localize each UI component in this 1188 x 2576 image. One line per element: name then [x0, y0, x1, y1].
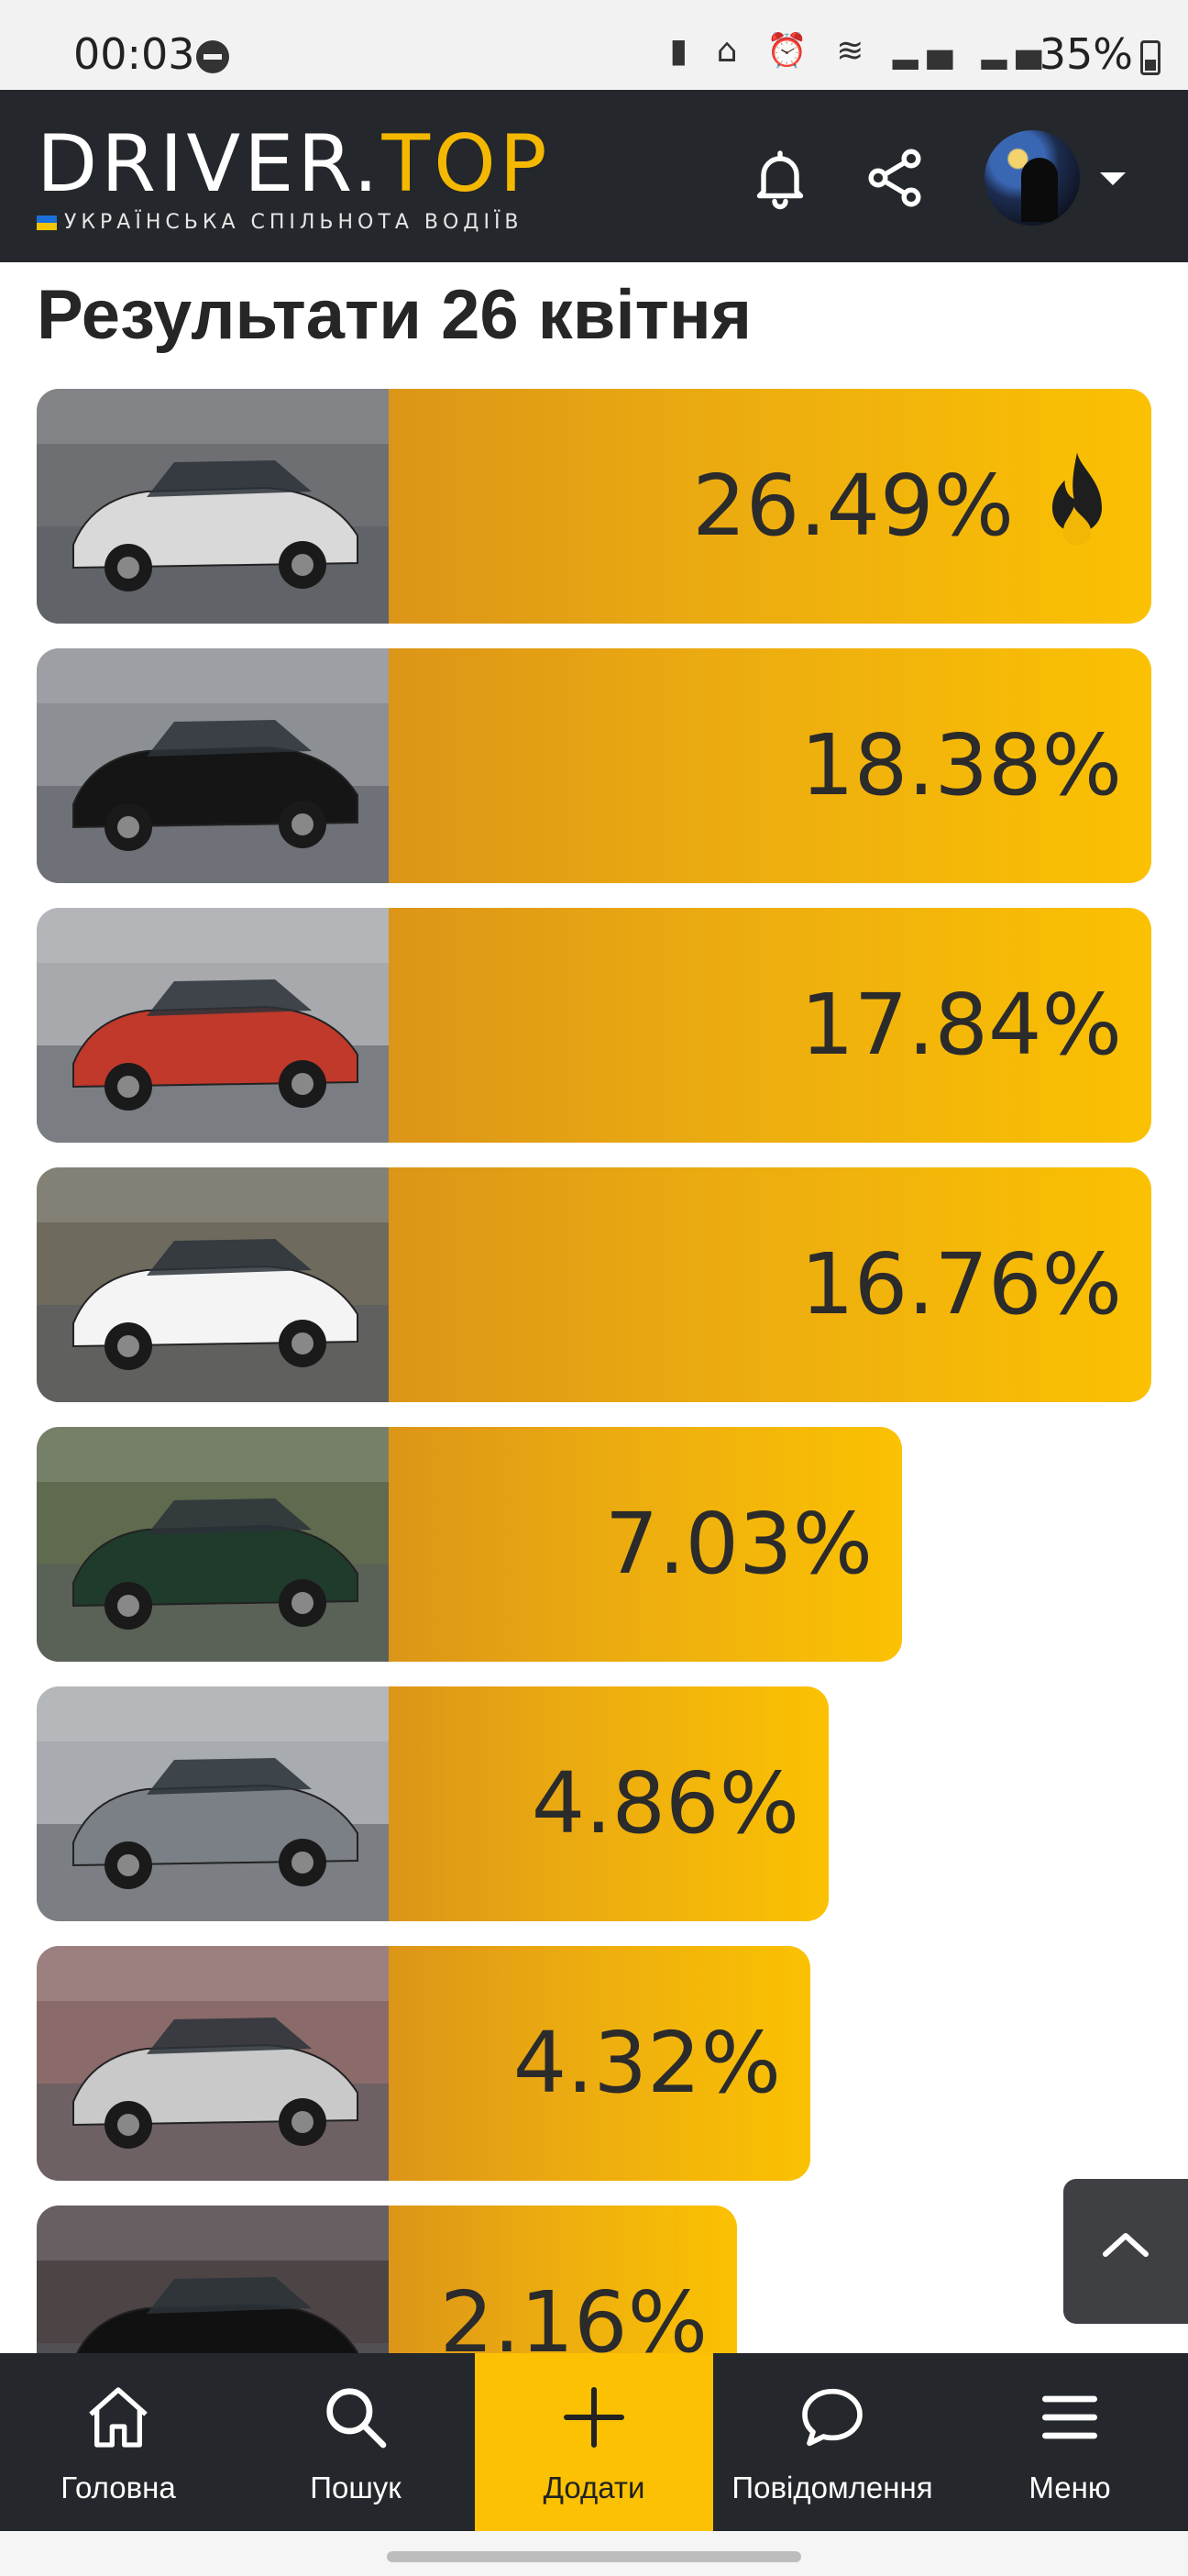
logo-text: DRIVER.TOP — [37, 118, 551, 210]
search-icon — [326, 2388, 387, 2449]
result-row[interactable]: 26.49% — [37, 389, 1151, 624]
result-bar: 7.03% — [389, 1427, 902, 1662]
nav-home-label: Головна — [60, 2471, 176, 2504]
result-percent: 7.03% — [604, 1495, 873, 1593]
page-title: Результати 26 квітня — [37, 276, 753, 354]
nav-home[interactable]: Головна — [0, 2353, 236, 2531]
nav-messages-label: Повідомлення — [732, 2471, 933, 2504]
do-not-disturb-icon — [196, 40, 229, 73]
nav-search-label: Пошук — [310, 2471, 402, 2504]
nav-add[interactable]: Додати — [475, 2353, 713, 2531]
result-row[interactable]: 18.38% — [37, 648, 1151, 883]
chevron-down-icon[interactable] — [1100, 172, 1126, 185]
logo-tagline: УКРАЇНСЬКА СПІЛЬНОТА ВОДІЇВ — [37, 211, 551, 234]
chat-bubble-icon — [802, 2388, 863, 2447]
car-image-icon — [37, 389, 389, 624]
bell-icon[interactable] — [747, 145, 813, 211]
home-gesture-bar[interactable] — [387, 2551, 801, 2562]
car-image-icon — [37, 1427, 389, 1662]
nav-add-label: Додати — [543, 2471, 645, 2504]
nav-menu[interactable]: Меню — [952, 2353, 1188, 2531]
car-image-icon — [37, 1946, 389, 2181]
nav-messages[interactable]: Повідомлення — [713, 2353, 952, 2531]
result-bar: 4.32% — [389, 1946, 810, 2181]
ukraine-flag-icon — [37, 215, 57, 230]
car-image-icon — [37, 1167, 389, 1402]
car-photo[interactable] — [37, 389, 389, 624]
result-row[interactable]: 4.86% — [37, 1686, 829, 1921]
result-row[interactable]: 16.76% — [37, 1167, 1151, 1402]
car-photo[interactable] — [37, 1946, 389, 2181]
car-image-icon — [37, 1686, 389, 1921]
chevron-up-icon — [1103, 2233, 1149, 2257]
home-icon — [89, 2387, 148, 2448]
result-row[interactable]: 7.03% — [37, 1427, 902, 1662]
result-row[interactable]: 4.32% — [37, 1946, 810, 2181]
fire-icon — [1052, 452, 1102, 546]
car-photo[interactable] — [37, 1167, 389, 1402]
battery-percent: 35% — [1039, 29, 1133, 79]
plus-icon — [564, 2387, 624, 2448]
result-bar: 16.76% — [389, 1167, 1151, 1402]
result-percent: 4.32% — [512, 2014, 781, 2112]
car-photo[interactable] — [37, 648, 389, 883]
car-image-icon — [37, 648, 389, 883]
status-bar: 00:03 ▮ ⌂ ⏰ ≋ ▂▄ ▂▄ 35% — [0, 0, 1188, 90]
car-photo[interactable] — [37, 1686, 389, 1921]
result-percent: 17.84% — [800, 976, 1122, 1074]
status-time: 00:03 — [73, 29, 195, 79]
site-logo[interactable]: DRIVER.TOP УКРАЇНСЬКА СПІЛЬНОТА ВОДІЇВ — [37, 125, 551, 234]
result-percent: 18.38% — [800, 716, 1122, 814]
status-icons: ▮ ⌂ ⏰ ≋ ▂▄ ▂▄ — [669, 32, 1050, 70]
hamburger-menu-icon — [1042, 2395, 1097, 2439]
result-percent: 16.76% — [800, 1235, 1122, 1333]
nav-menu-label: Меню — [1028, 2471, 1111, 2504]
result-bar: 26.49% — [389, 389, 1151, 624]
bottom-navigation: Головна Пошук Додати Повідомлення Меню — [0, 2353, 1188, 2531]
app-header: DRIVER.TOP УКРАЇНСЬКА СПІЛЬНОТА ВОДІЇВ — [0, 90, 1188, 262]
scroll-to-top-button[interactable] — [1063, 2179, 1188, 2324]
nav-search[interactable]: Пошук — [236, 2353, 475, 2531]
result-bar: 18.38% — [389, 648, 1151, 883]
result-percent: 4.86% — [531, 1754, 799, 1852]
car-image-icon — [37, 908, 389, 1143]
result-bar: 17.84% — [389, 908, 1151, 1143]
result-row[interactable]: 17.84% — [37, 908, 1151, 1143]
result-percent: 26.49% — [692, 457, 1014, 555]
car-photo[interactable] — [37, 908, 389, 1143]
user-avatar[interactable] — [984, 130, 1080, 226]
result-bar: 4.86% — [389, 1686, 829, 1921]
share-icon[interactable] — [862, 145, 928, 211]
car-photo[interactable] — [37, 1427, 389, 1662]
battery-icon — [1140, 40, 1160, 75]
